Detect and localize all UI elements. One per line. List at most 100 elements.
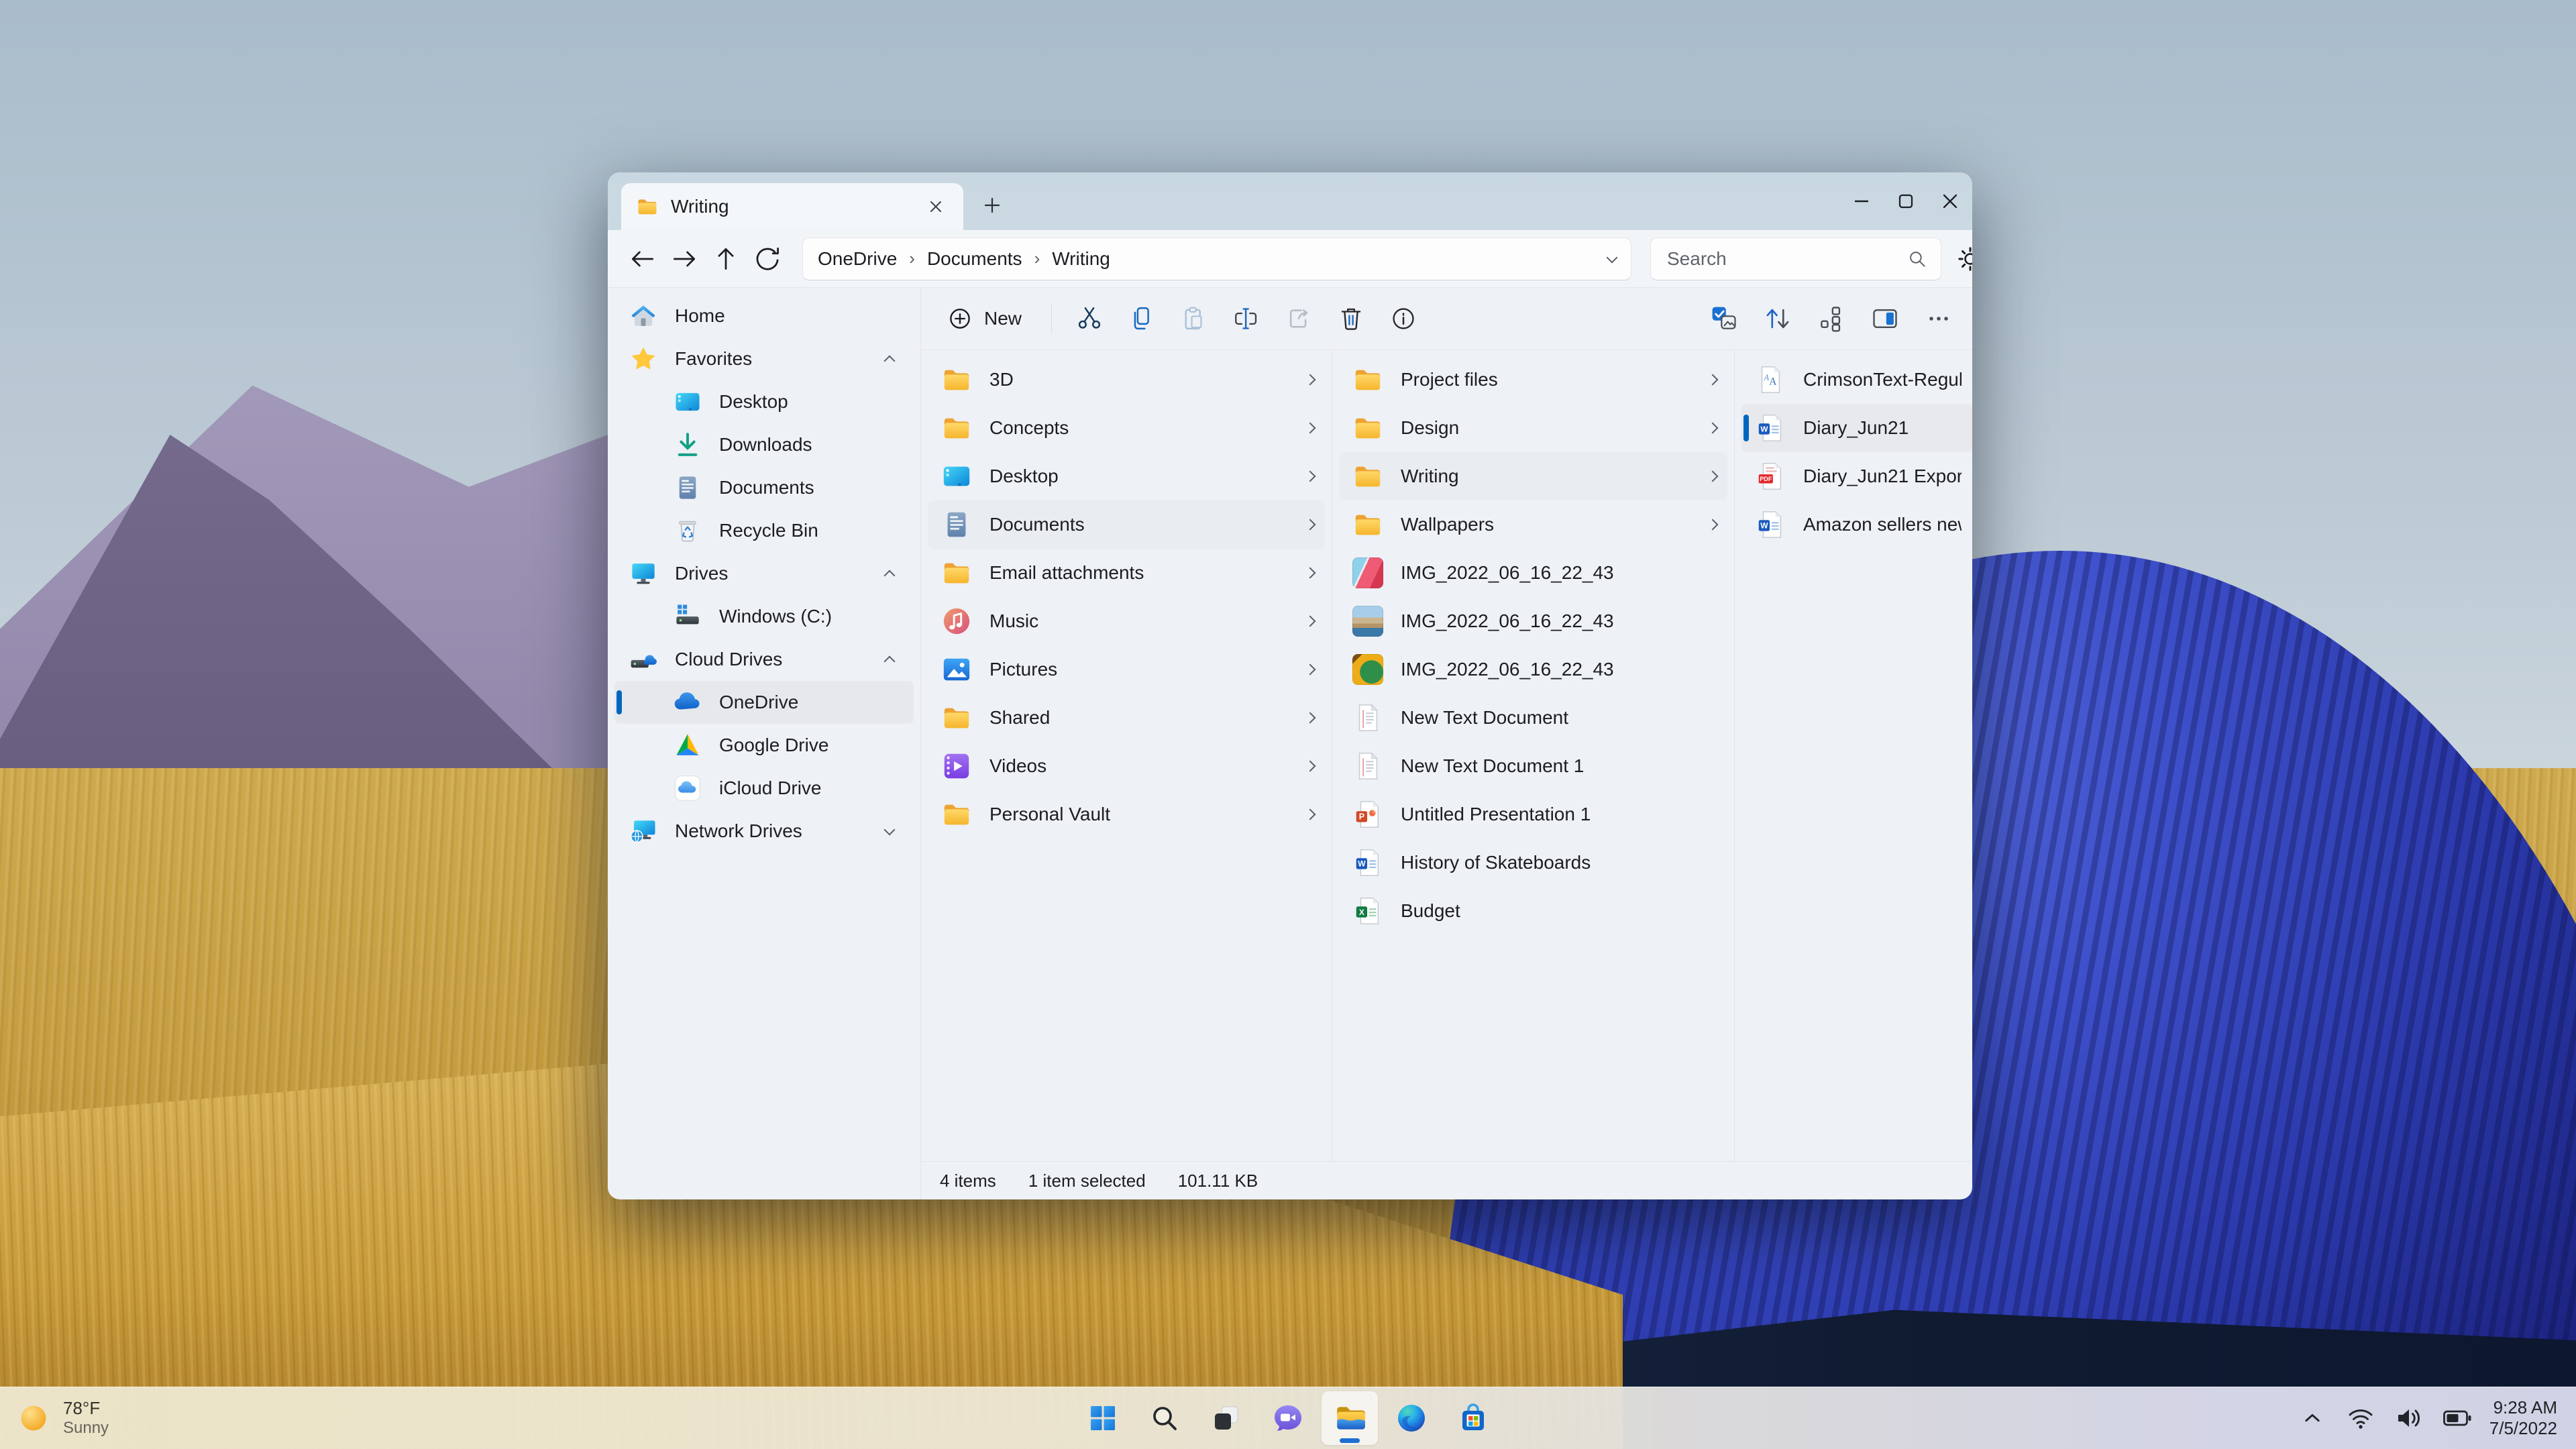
chevron-right-icon[interactable] bbox=[1304, 615, 1316, 627]
file-row[interactable]: Budget bbox=[1339, 887, 1727, 935]
file-row-writing[interactable]: Writing bbox=[1339, 452, 1727, 500]
address-bar[interactable]: OneDrive › Documents › Writing bbox=[802, 237, 1631, 280]
sidebar-item-onedrive[interactable]: OneDrive bbox=[614, 681, 914, 724]
forward-button[interactable] bbox=[667, 241, 702, 276]
chevron-right-icon[interactable] bbox=[1304, 519, 1316, 531]
file-row[interactable]: Email attachments bbox=[928, 549, 1325, 597]
maximize-button[interactable] bbox=[1884, 172, 1928, 230]
sort-button[interactable] bbox=[1763, 304, 1792, 333]
sidebar-group-network-drives[interactable]: Network Drives bbox=[614, 810, 914, 853]
breadcrumb-writing[interactable]: Writing bbox=[1052, 248, 1110, 270]
chevron-right-icon[interactable] bbox=[1304, 422, 1316, 434]
new-tab-button[interactable] bbox=[973, 186, 1012, 225]
file-row[interactable]: IMG_2022_06_16_22_43 bbox=[1339, 597, 1727, 645]
file-row[interactable]: Desktop bbox=[928, 452, 1325, 500]
expand-chevron-icon[interactable] bbox=[883, 824, 896, 836]
taskbar-clock[interactable]: 9:28 AM 7/5/2022 bbox=[2489, 1397, 2557, 1439]
file-row[interactable]: IMG_2022_06_16_22_43 bbox=[1339, 549, 1727, 597]
panes-button[interactable] bbox=[1870, 304, 1900, 333]
file-row-selected-diary[interactable]: Diary_Jun21 bbox=[1741, 404, 1972, 452]
file-row[interactable]: Wallpapers bbox=[1339, 500, 1727, 549]
cut-button[interactable] bbox=[1075, 304, 1104, 333]
breadcrumb-onedrive[interactable]: OneDrive bbox=[818, 248, 897, 270]
volume-indicator[interactable] bbox=[2393, 1402, 2425, 1434]
file-row[interactable]: Shared bbox=[928, 694, 1325, 742]
file-row[interactable]: 3D bbox=[928, 356, 1325, 404]
breadcrumb-documents[interactable]: Documents bbox=[927, 248, 1022, 270]
sidebar-item-icloud-drive[interactable]: iCloud Drive bbox=[614, 767, 914, 810]
start-button[interactable] bbox=[1075, 1391, 1131, 1445]
weather-widget[interactable]: 78°F Sunny bbox=[0, 1387, 125, 1449]
hidden-icons-button[interactable] bbox=[2296, 1402, 2328, 1434]
chevron-right-icon[interactable] bbox=[1304, 712, 1316, 724]
chevron-right-icon[interactable] bbox=[1304, 808, 1316, 820]
refresh-button[interactable] bbox=[750, 241, 785, 276]
file-row[interactable]: CrimsonText-Regular bbox=[1741, 356, 1972, 404]
sidebar-item-downloads[interactable]: Downloads bbox=[614, 423, 914, 466]
chevron-right-icon[interactable] bbox=[1707, 374, 1719, 386]
settings-button[interactable] bbox=[1956, 240, 1972, 278]
collapse-chevron-icon[interactable] bbox=[883, 355, 896, 367]
minimize-button[interactable] bbox=[1839, 172, 1884, 230]
sidebar-item-google-drive[interactable]: Google Drive bbox=[614, 724, 914, 767]
see-more-button[interactable] bbox=[1924, 304, 1953, 333]
file-row[interactable]: Design bbox=[1339, 404, 1727, 452]
chevron-right-icon[interactable] bbox=[1707, 470, 1719, 482]
chevron-right-icon[interactable] bbox=[1707, 519, 1719, 531]
up-button[interactable] bbox=[708, 241, 743, 276]
store-button[interactable] bbox=[1445, 1391, 1501, 1445]
back-button[interactable] bbox=[625, 241, 660, 276]
chevron-right-icon[interactable] bbox=[1304, 760, 1316, 772]
sidebar-group-drives[interactable]: Drives bbox=[614, 552, 914, 595]
close-button[interactable] bbox=[1928, 172, 1972, 230]
wifi-indicator[interactable] bbox=[2345, 1402, 2377, 1434]
paste-button[interactable] bbox=[1179, 304, 1209, 333]
tab-close-icon[interactable] bbox=[920, 191, 951, 222]
copy-button[interactable] bbox=[1127, 304, 1157, 333]
sidebar-group-favorites[interactable]: Favorites bbox=[614, 337, 914, 380]
delete-button[interactable] bbox=[1336, 304, 1366, 333]
chevron-right-icon[interactable] bbox=[1304, 663, 1316, 676]
chevron-right-icon[interactable] bbox=[1304, 567, 1316, 579]
file-row[interactable]: Amazon sellers newsl bbox=[1741, 500, 1972, 549]
sidebar-item-documents[interactable]: Documents bbox=[614, 466, 914, 509]
address-dropdown-icon[interactable] bbox=[1606, 252, 1618, 263]
file-row[interactable]: IMG_2022_06_16_22_43 bbox=[1339, 645, 1727, 694]
properties-button[interactable] bbox=[1389, 304, 1418, 333]
file-row[interactable]: New Text Document 1 bbox=[1339, 742, 1727, 790]
battery-indicator[interactable] bbox=[2441, 1402, 2473, 1434]
file-row[interactable]: Concepts bbox=[928, 404, 1325, 452]
task-view-button[interactable] bbox=[1198, 1391, 1254, 1445]
sidebar-item-recycle-bin[interactable]: Recycle Bin bbox=[614, 509, 914, 552]
sidebar-item-home[interactable]: Home bbox=[614, 294, 914, 337]
titlebar[interactable]: Writing bbox=[608, 172, 1972, 230]
taskbar-search-button[interactable] bbox=[1136, 1391, 1193, 1445]
file-row[interactable]: Music bbox=[928, 597, 1325, 645]
file-row-documents[interactable]: Documents bbox=[928, 500, 1325, 549]
chevron-right-icon[interactable] bbox=[1707, 422, 1719, 434]
new-button[interactable]: New bbox=[940, 300, 1028, 337]
file-row[interactable]: Project files bbox=[1339, 356, 1727, 404]
view-options-button[interactable] bbox=[1817, 304, 1846, 333]
edge-button[interactable] bbox=[1383, 1391, 1440, 1445]
rename-button[interactable] bbox=[1232, 304, 1261, 333]
chevron-right-icon[interactable] bbox=[1304, 374, 1316, 386]
file-row[interactable]: Diary_Jun21 Exported bbox=[1741, 452, 1972, 500]
file-row[interactable]: New Text Document bbox=[1339, 694, 1727, 742]
sidebar-item-desktop[interactable]: Desktop bbox=[614, 380, 914, 423]
file-row[interactable]: Untitled Presentation 1 bbox=[1339, 790, 1727, 839]
collapse-chevron-icon[interactable] bbox=[883, 570, 896, 582]
file-row[interactable]: Personal Vault bbox=[928, 790, 1325, 839]
search-box[interactable] bbox=[1650, 237, 1941, 280]
file-row[interactable]: Videos bbox=[928, 742, 1325, 790]
chevron-right-icon[interactable] bbox=[1304, 470, 1316, 482]
chat-button[interactable] bbox=[1260, 1391, 1316, 1445]
collapse-chevron-icon[interactable] bbox=[883, 655, 896, 667]
select-toggle-button[interactable] bbox=[1709, 304, 1739, 333]
file-row[interactable]: History of Skateboards bbox=[1339, 839, 1727, 887]
search-input[interactable] bbox=[1666, 247, 1906, 270]
file-explorer-button[interactable] bbox=[1322, 1391, 1378, 1445]
file-row[interactable]: Pictures bbox=[928, 645, 1325, 694]
share-button[interactable] bbox=[1284, 304, 1313, 333]
sidebar-group-cloud-drives[interactable]: Cloud Drives bbox=[614, 638, 914, 681]
